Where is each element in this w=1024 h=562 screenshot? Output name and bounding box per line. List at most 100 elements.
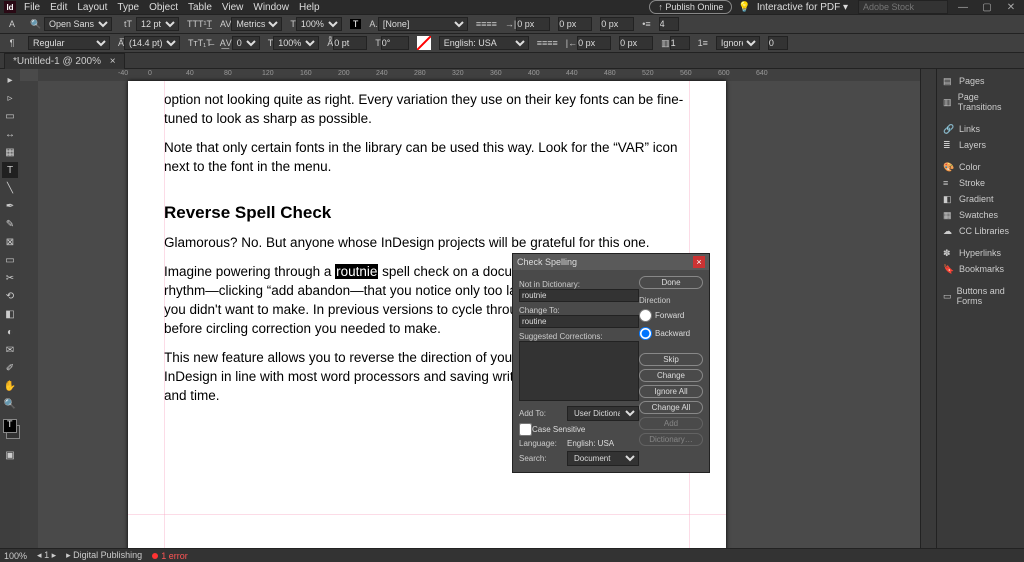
fill-t-icon[interactable]: T xyxy=(350,19,362,29)
menu-layout[interactable]: Layout xyxy=(77,2,107,13)
adobe-stock-search[interactable] xyxy=(858,0,948,14)
num-a-input[interactable] xyxy=(659,17,679,31)
skip-button[interactable]: Skip xyxy=(639,353,703,366)
free-transform-icon[interactable]: ⟲ xyxy=(2,288,18,304)
change-to-input[interactable] xyxy=(519,315,639,328)
skew-input[interactable] xyxy=(381,36,409,50)
menu-view[interactable]: View xyxy=(222,2,244,13)
done-button[interactable]: Done xyxy=(639,276,703,289)
num-b-input[interactable] xyxy=(768,36,788,50)
eyedropper-icon[interactable]: ✐ xyxy=(2,360,18,376)
case-sensitive-checkbox[interactable] xyxy=(519,423,532,436)
line-tool-icon[interactable]: ╲ xyxy=(2,180,18,196)
gradient-swatch-icon[interactable]: ◧ xyxy=(2,306,18,322)
view-mode-icon[interactable]: ▣ xyxy=(2,447,18,463)
char-format-icon[interactable]: A xyxy=(5,17,19,31)
baseline-input[interactable] xyxy=(333,36,367,50)
first-indent-input[interactable] xyxy=(600,17,634,31)
menu-object[interactable]: Object xyxy=(149,2,178,13)
page-tool-icon[interactable]: ▭ xyxy=(2,108,18,124)
hyphenate-select[interactable]: Ignore xyxy=(716,36,760,50)
collapsed-panel-strip[interactable] xyxy=(920,69,936,548)
numbered-list-icon[interactable]: 1≡ xyxy=(698,38,708,48)
bullets-icon[interactable]: •≡ xyxy=(642,19,650,29)
pen-tool-icon[interactable]: ✒ xyxy=(2,198,18,214)
search-icon[interactable]: 🔍 xyxy=(29,17,43,31)
align-justify-icon[interactable]: ≡ xyxy=(492,19,497,29)
font-size-select[interactable]: 12 pt xyxy=(136,17,179,31)
indent-left-input[interactable] xyxy=(516,17,550,31)
change-button[interactable]: Change xyxy=(639,369,703,382)
search-scope-select[interactable]: Document xyxy=(567,451,639,466)
ignore-all-button[interactable]: Ignore All xyxy=(639,385,703,398)
canvas[interactable]: -40 0 40 80 120 160 200 240 280 320 360 … xyxy=(20,69,920,548)
columns-input[interactable] xyxy=(670,36,690,50)
menu-table[interactable]: Table xyxy=(188,2,212,13)
workspace-selector[interactable]: Interactive for PDF ▾ xyxy=(757,2,848,13)
workspace-status[interactable]: ▸ Digital Publishing xyxy=(66,550,142,561)
menu-edit[interactable]: Edit xyxy=(50,2,67,13)
gradient-panel-button[interactable]: ◧Gradient xyxy=(937,191,1024,207)
color-panel-button[interactable]: 🎨Color xyxy=(937,159,1024,175)
window-minimize-icon[interactable]: — xyxy=(954,2,972,13)
kerning-select[interactable]: Metrics xyxy=(231,17,282,31)
font-style-select[interactable]: Regular xyxy=(28,36,110,50)
page-transitions-panel-button[interactable]: ▥Page Transitions xyxy=(937,89,1024,115)
zoom-tool-icon[interactable]: 🔍 xyxy=(2,396,18,412)
pages-panel-button[interactable]: ▤Pages xyxy=(937,73,1024,89)
change-all-button[interactable]: Change All xyxy=(639,401,703,414)
font-family-select[interactable]: Open Sans xyxy=(44,17,112,31)
indent-right-input[interactable] xyxy=(577,36,611,50)
selection-tool-icon[interactable]: ▸ xyxy=(2,72,18,88)
page-nav[interactable]: ◂ 1 ▸ xyxy=(37,550,56,561)
window-close-icon[interactable]: ✕ xyxy=(1002,2,1020,13)
rectangle-frame-icon[interactable]: ⊠ xyxy=(2,234,18,250)
justify-right-icon[interactable]: ≡ xyxy=(553,38,558,48)
hyperlinks-panel-button[interactable]: ✽Hyperlinks xyxy=(937,245,1024,261)
allcaps-icon[interactable]: TT xyxy=(187,19,198,29)
publish-online-button[interactable]: ↑ Publish Online xyxy=(649,0,732,14)
strike-icon[interactable]: T̶ xyxy=(206,38,212,48)
backward-radio[interactable] xyxy=(639,327,652,340)
fill-swatch[interactable]: T xyxy=(3,419,17,433)
gradient-feather-icon[interactable]: ◐ xyxy=(2,324,18,340)
no-stroke-icon[interactable] xyxy=(417,36,431,50)
tracking-select[interactable]: 0 xyxy=(232,36,260,50)
vscale-select[interactable]: 100% xyxy=(273,36,319,50)
language-select[interactable]: English: USA xyxy=(439,36,529,50)
para-format-icon[interactable]: ¶ xyxy=(5,36,19,50)
menu-file[interactable]: File xyxy=(24,2,40,13)
cc-libraries-panel-button[interactable]: ☁CC Libraries xyxy=(937,223,1024,239)
swatches-panel-button[interactable]: ▦Swatches xyxy=(937,207,1024,223)
buttons-forms-panel-button[interactable]: ▭Buttons and Forms xyxy=(937,283,1024,309)
scissors-tool-icon[interactable]: ✂ xyxy=(2,270,18,286)
suggestions-list[interactable] xyxy=(519,341,639,401)
menu-type[interactable]: Type xyxy=(117,2,139,13)
document-tab[interactable]: *Untitled-1 @ 200% × xyxy=(4,53,125,69)
document-tab-close-icon[interactable]: × xyxy=(110,56,116,67)
add-to-select[interactable]: User Dictionary xyxy=(567,406,639,421)
space-after-input[interactable] xyxy=(619,36,653,50)
preflight-status[interactable]: 1 error xyxy=(152,551,188,561)
menu-help[interactable]: Help xyxy=(299,2,320,13)
pencil-tool-icon[interactable]: ✎ xyxy=(2,216,18,232)
content-collector-icon[interactable]: ▦ xyxy=(2,144,18,160)
zoom-level[interactable]: 100% xyxy=(4,551,27,561)
bookmarks-panel-button[interactable]: 🔖Bookmarks xyxy=(937,261,1024,277)
dialog-titlebar[interactable]: Check Spelling × xyxy=(513,254,709,270)
rectangle-tool-icon[interactable]: ▭ xyxy=(2,252,18,268)
forward-radio[interactable] xyxy=(639,309,652,322)
menu-window[interactable]: Window xyxy=(253,2,289,13)
stroke-panel-button[interactable]: ≡Stroke xyxy=(937,175,1024,191)
links-panel-button[interactable]: 🔗Links xyxy=(937,121,1024,137)
underline-icon[interactable]: T̲ xyxy=(207,19,213,29)
note-tool-icon[interactable]: ✉ xyxy=(2,342,18,358)
char-style-select[interactable]: [None] xyxy=(378,17,468,31)
tips-icon[interactable]: 💡 xyxy=(738,2,750,13)
direct-selection-tool-icon[interactable]: ▹ xyxy=(2,90,18,106)
layers-panel-button[interactable]: ≣Layers xyxy=(937,137,1024,153)
type-tool-icon[interactable]: T xyxy=(2,162,18,178)
subscript-icon[interactable]: T₁ xyxy=(198,38,207,48)
hand-tool-icon[interactable]: ✋ xyxy=(2,378,18,394)
dialog-close-icon[interactable]: × xyxy=(693,256,705,268)
